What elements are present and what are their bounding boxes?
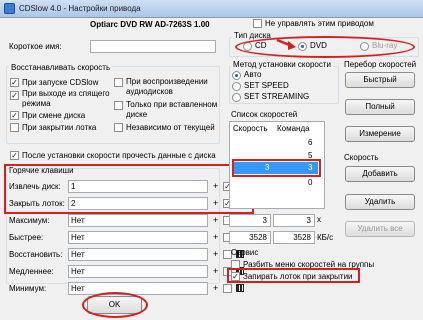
cb-on-start[interactable]: ✓ <box>10 78 19 87</box>
highlight-ok <box>82 292 148 318</box>
hotkey-label-restore: Восстановить: <box>9 250 63 259</box>
cb-on-wake-label: При выходе из спящего режима <box>22 89 110 108</box>
profile-title: Перебор скоростей <box>344 60 417 69</box>
cb-read-after-speed-label: После установки скорости прочесть данные… <box>22 151 216 160</box>
hotkey-cb-min[interactable] <box>223 284 232 293</box>
cb-only-inserted-label: Только при вставленном диске <box>126 100 218 119</box>
hotkey-label-slower: Медленнее: <box>9 267 54 276</box>
cb-on-disc-change[interactable]: ✓ <box>10 111 19 120</box>
hotkey-label-faster: Быстрее: <box>9 233 44 242</box>
measure-button[interactable]: Измерение <box>345 126 415 142</box>
cb-on-audio[interactable] <box>114 78 123 87</box>
short-name-label: Короткое имя: <box>9 42 62 51</box>
hotkey-input-restore[interactable]: Нет <box>68 248 208 261</box>
cb-read-after-speed[interactable]: ✓ <box>10 151 19 160</box>
app-icon <box>4 3 15 14</box>
cb-on-audio-label: При воспроизведении аудиодисков <box>126 77 208 96</box>
kbs-unit: КБ/с <box>317 233 334 242</box>
hotkey-plus-faster: + <box>213 232 219 242</box>
speed-method-title: Метод установки скорости <box>231 60 333 70</box>
radio-set-speed[interactable] <box>232 82 241 91</box>
cb-regardless-label: Независимо от текущей <box>126 123 215 132</box>
speed-title: Скорость <box>344 153 379 162</box>
hotkey-plus-min: + <box>213 283 219 293</box>
cb-no-manage[interactable] <box>253 19 262 28</box>
hotkey-plus-slower: + <box>213 266 219 276</box>
highlight-hotkeys <box>4 164 254 214</box>
speeds-header-speed: Скорость <box>233 124 268 133</box>
hotkey-input-min[interactable]: Нет <box>68 282 208 295</box>
speeds-row-command: 0 <box>308 178 313 187</box>
kbs-input-2[interactable]: 3528 <box>273 231 315 244</box>
restore-section-title: Восстанавливать скорость <box>9 63 113 73</box>
cb-on-disc-change-label: При смене диска <box>22 111 86 120</box>
window-title: CDSlow 4.0 - Настройки привода <box>19 4 141 13</box>
hotkey-label-min: Минимум: <box>9 284 47 293</box>
hotkey-label-max: Максимум: <box>9 216 50 225</box>
hotkey-input-max[interactable]: Нет <box>68 214 208 227</box>
red-arrow-dvd <box>276 38 296 50</box>
delete-all-button[interactable]: Удалить все <box>345 221 415 237</box>
cb-regardless[interactable] <box>114 123 123 132</box>
x-label: x <box>317 215 321 224</box>
hotkey-input-faster[interactable]: Нет <box>68 231 208 244</box>
service-title: Сервис <box>231 248 259 257</box>
full-button[interactable]: Полный <box>345 99 415 115</box>
kbs-input-1[interactable]: 3528 <box>229 231 271 244</box>
speeds-header-command: Команда <box>277 124 310 133</box>
radio-set-streaming[interactable] <box>232 93 241 102</box>
drive-name: Optiarc DVD RW AD-7263S 1.00 <box>90 20 210 29</box>
hotkey-input-slower[interactable]: Нет <box>68 265 208 278</box>
radio-auto[interactable] <box>232 71 241 80</box>
fast-button[interactable]: Быстрый <box>345 72 415 88</box>
highlight-disc-type <box>235 36 415 58</box>
speed-input[interactable]: 3 <box>229 214 271 227</box>
speeds-title: Список скоростей <box>231 110 298 119</box>
radio-set-streaming-label: SET STREAMING <box>244 92 310 101</box>
cb-only-inserted[interactable] <box>114 101 123 110</box>
radio-set-speed-label: SET SPEED <box>244 81 289 90</box>
hotkey-plus-max: + <box>213 215 219 225</box>
cb-on-start-label: При запуске CDSlow <box>22 78 99 87</box>
add-button[interactable]: Добавить <box>345 166 415 182</box>
highlight-lock-tray <box>227 268 360 283</box>
command-input[interactable]: 3 <box>273 214 315 227</box>
highlight-speed-row <box>232 159 321 177</box>
radio-auto-label: Авто <box>244 70 262 79</box>
keyboard-icon[interactable] <box>236 284 244 292</box>
speeds-row-command: 6 <box>308 138 313 147</box>
delete-button[interactable]: Удалить <box>345 194 415 210</box>
cb-on-tray-close[interactable] <box>10 123 19 132</box>
cb-on-tray-close-label: При закрытии лотка <box>22 123 97 132</box>
no-manage-label: Не управлять этим приводом <box>265 19 374 28</box>
hotkey-plus-restore: + <box>213 249 219 259</box>
short-name-input[interactable] <box>90 40 216 53</box>
cb-on-wake[interactable]: ✓ <box>10 91 19 100</box>
